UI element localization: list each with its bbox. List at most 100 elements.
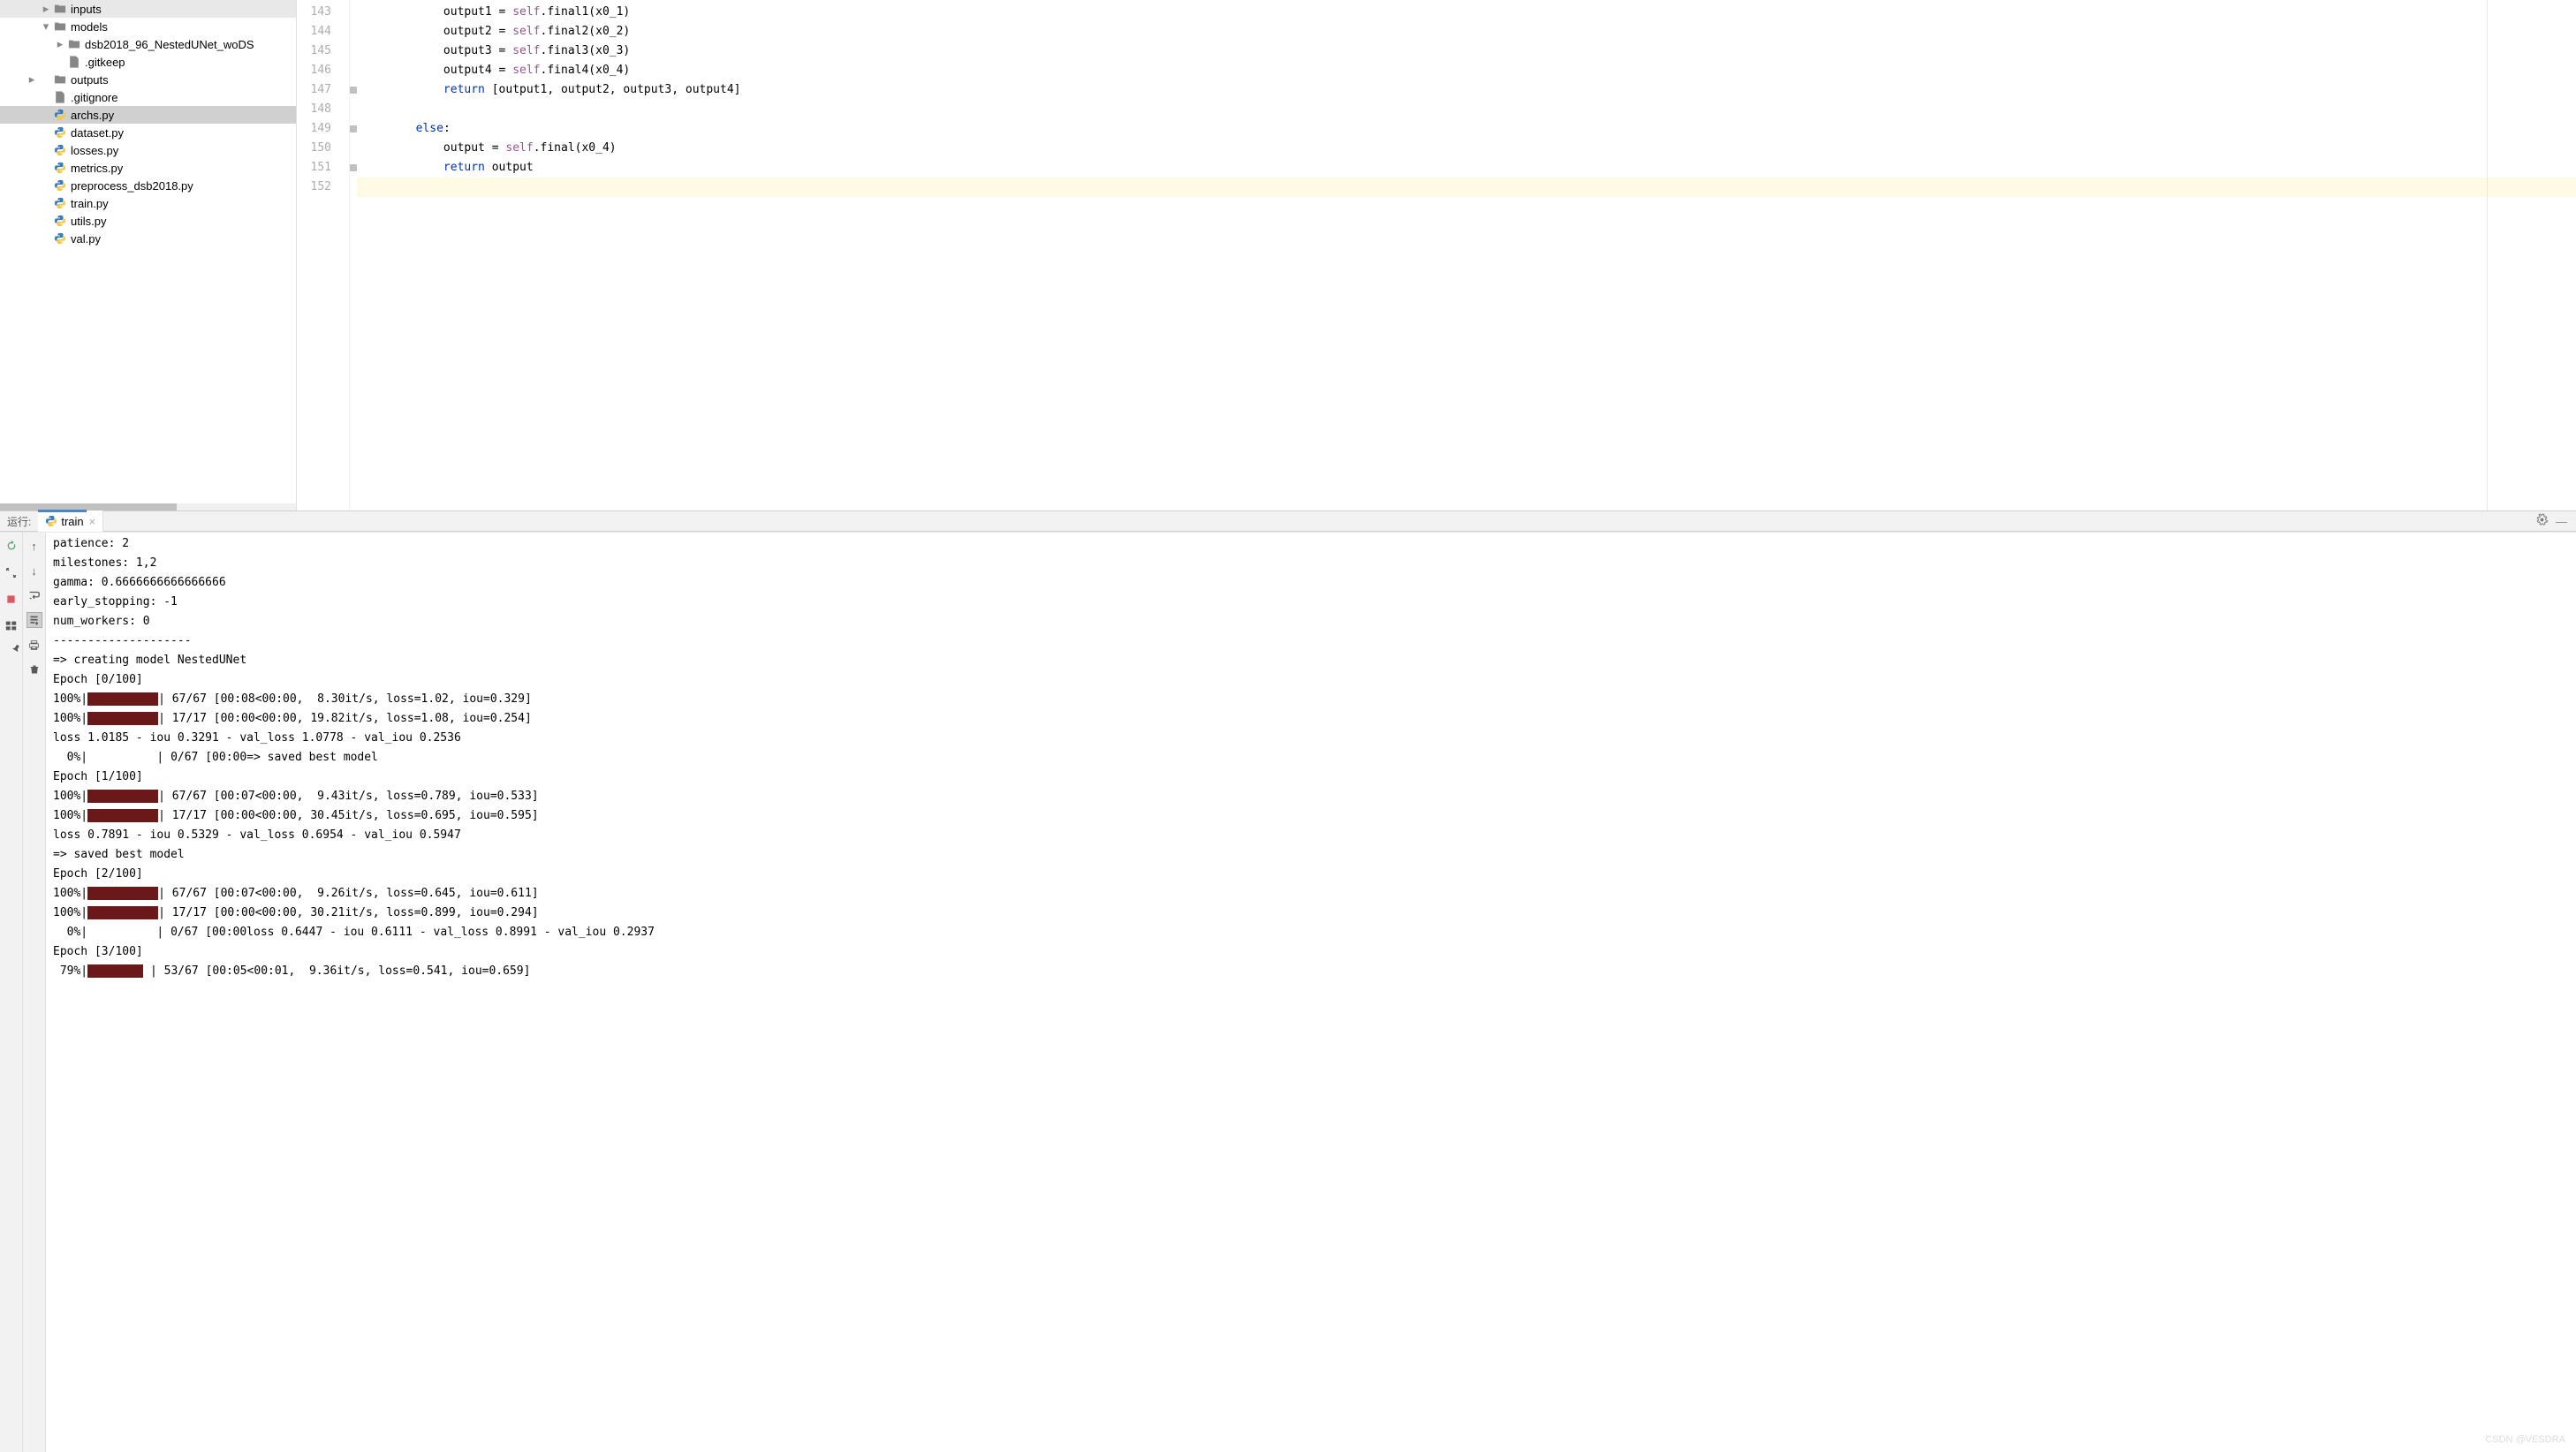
layout-button[interactable] [4,617,19,633]
fold-marker[interactable] [350,87,357,94]
console-line: milestones: 1,2 [53,554,2569,573]
line-number: 144 [297,22,349,42]
code-line[interactable]: output1 = self.final1(x0_1) [357,3,2576,22]
tree-item-dataset-py[interactable]: dataset.py [0,124,296,141]
fold-markers[interactable] [350,0,357,510]
gear-icon[interactable] [2535,513,2549,529]
code-editor[interactable]: 143144145146147148149150151152 output1 =… [297,0,2576,510]
console-line: Epoch [1/100] [53,768,2569,787]
tree-item-preprocess_dsb2018-py[interactable]: preprocess_dsb2018.py [0,177,296,194]
code-line[interactable]: output3 = self.final3(x0_3) [357,42,2576,61]
run-toolbar-primary [0,533,23,1452]
down-button[interactable]: ↓ [27,563,42,579]
tree-item-losses-py[interactable]: losses.py [0,141,296,159]
console-line: 100%|| 67/67 [00:08<00:00, 8.30it/s, los… [53,690,2569,709]
run-toolbar-secondary: ↑ ↓ [23,533,46,1452]
wrap-button[interactable] [27,587,42,603]
tree-item-inputs[interactable]: ▸inputs [0,0,296,18]
trash-button[interactable] [27,662,42,677]
code-line[interactable] [357,100,2576,119]
tree-label: val.py [71,232,101,246]
line-number: 143 [297,3,349,22]
scroll-to-end-button[interactable] [27,612,42,628]
code-line[interactable]: output4 = self.final4(x0_4) [357,61,2576,80]
tree-label: losses.py [71,144,118,157]
tree-label: utils.py [71,215,106,228]
console-line: loss 0.7891 - iou 0.5329 - val_loss 0.69… [53,826,2569,845]
tree-label: train.py [71,197,109,210]
python-icon [53,125,67,140]
stop-button[interactable] [4,591,19,607]
tree-item-dsb2018_96_NestedUNet_woDS[interactable]: ▸ dsb2018_96_NestedUNet_woDS [0,35,296,53]
tree-item--gitkeep[interactable]: .gitkeep [0,53,296,71]
tree-item-train-py[interactable]: train.py [0,194,296,212]
chevron-icon [53,55,67,69]
tree-label: preprocess_dsb2018.py [71,179,193,193]
chevron-icon [39,178,53,193]
code-line[interactable]: else: [357,119,2576,139]
console-line: 100%|| 67/67 [00:07<00:00, 9.26it/s, los… [53,884,2569,904]
console-line: patience: 2 [53,534,2569,554]
chevron-icon: ▸ [25,72,39,87]
tree-item-outputs[interactable]: ▸outputs [0,71,296,88]
project-tree[interactable]: ▸inputs▾ models ▸ dsb2018_96_NestedUNet_woD… [0,0,297,510]
console-line: 79%| | 53/67 [00:05<00:01, 9.36it/s, los… [53,962,2569,981]
python-icon [53,161,67,175]
tree-label: metrics.py [71,162,123,175]
close-icon[interactable]: × [89,515,96,528]
print-button[interactable] [27,637,42,653]
folder-icon [67,37,81,51]
tree-item-models[interactable]: ▾ models [0,18,296,35]
tree-label: dataset.py [71,126,124,140]
run-label: 运行: [0,514,38,529]
line-number: 151 [297,158,349,178]
console-line: 0%| | 0/67 [00:00=> saved best model [53,748,2569,768]
settings-button[interactable] [4,564,19,580]
chevron-icon: ▸ [39,2,53,16]
code-line[interactable]: output = self.final(x0_4) [357,139,2576,158]
code-content[interactable]: output1 = self.final1(x0_1) output2 = se… [357,0,2576,510]
tree-label: models [71,20,108,34]
chevron-icon [39,231,53,246]
fold-marker[interactable] [350,164,357,171]
chevron-icon [39,143,53,157]
python-icon [53,231,67,246]
console-line: 0%| | 0/67 [00:00loss 0.6447 - iou 0.611… [53,923,2569,942]
chevron-icon [39,196,53,210]
fold-marker[interactable] [350,125,357,132]
code-line[interactable]: return output [357,158,2576,178]
console-line: => saved best model [53,845,2569,865]
chevron-icon: ▾ [39,19,53,34]
run-tool-header: 运行: train × — [0,510,2576,532]
line-number: 152 [297,178,349,197]
tree-label: dsb2018_96_NestedUNet_woDS [85,38,254,51]
console-line: gamma: 0.6666666666666666 [53,573,2569,593]
line-number: 145 [297,42,349,61]
tree-item-val-py[interactable]: val.py [0,230,296,247]
code-line[interactable] [357,178,2576,197]
run-panel: ↑ ↓ patience: 2milestones: 1,2gamma: 0.6… [0,532,2576,1452]
console-line: early_stopping: -1 [53,593,2569,612]
line-number: 150 [297,139,349,158]
code-line[interactable]: output2 = self.final2(x0_2) [357,22,2576,42]
python-icon [53,196,67,210]
up-button[interactable]: ↑ [27,538,42,554]
tree-item-metrics-py[interactable]: metrics.py [0,159,296,177]
line-number: 147 [297,80,349,100]
python-icon [53,178,67,193]
python-icon [53,143,67,157]
rerun-button[interactable] [4,538,19,554]
console-line: loss 1.0185 - iou 0.3291 - val_loss 1.07… [53,729,2569,748]
run-tab-train[interactable]: train × [38,510,103,532]
pin-button[interactable] [4,644,19,660]
python-icon [53,214,67,228]
minimize-icon[interactable]: — [2556,515,2567,528]
chevron-icon: ▸ [53,37,67,51]
tree-item-utils-py[interactable]: utils.py [0,212,296,230]
chevron-icon [39,161,53,175]
console-line: Epoch [2/100] [53,865,2569,884]
code-line[interactable]: return [output1, output2, output3, outpu… [357,80,2576,100]
console-output[interactable]: patience: 2milestones: 1,2gamma: 0.66666… [46,533,2576,1452]
tree-item-archs-py[interactable]: archs.py [0,106,296,124]
tree-item--gitignore[interactable]: .gitignore [0,88,296,106]
